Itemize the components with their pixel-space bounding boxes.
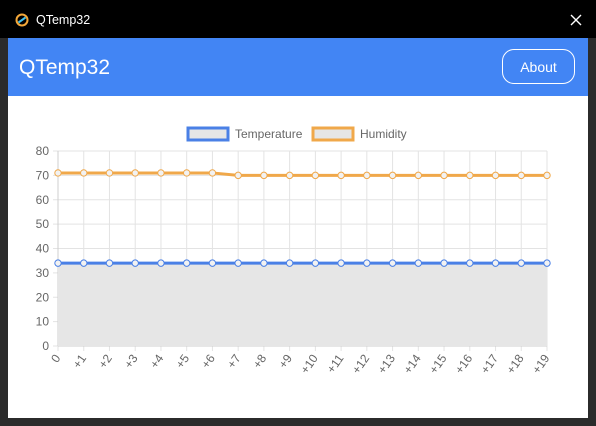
temperature-data-point (285, 259, 294, 267)
x-tick-label: +12 (349, 351, 372, 376)
humidity-data-point (208, 169, 217, 177)
x-tick-label: +17 (478, 351, 501, 376)
x-tick-label: +16 (452, 351, 475, 376)
humidity-data-point (440, 171, 448, 180)
humidity-data-point (182, 169, 191, 177)
app-title: QTemp32 (19, 56, 111, 79)
temperature-data-point (105, 259, 114, 267)
y-tick-label: 30 (36, 266, 50, 280)
humidity-legend-label: Humidity (360, 127, 407, 141)
humidity-data-point (54, 169, 62, 177)
temperature-data-point (131, 259, 139, 267)
x-tick-label: +1 (70, 351, 90, 371)
x-tick-label: +8 (250, 351, 270, 371)
temperature-data-point (182, 259, 191, 267)
temperature-data-point (517, 259, 525, 267)
humidity-data-point (466, 171, 474, 180)
humidity-data-point (363, 171, 371, 180)
temperature-data-point (491, 259, 500, 267)
temperature-data-point (440, 259, 448, 267)
x-tick-label: +9 (276, 351, 296, 371)
y-tick-label: 10 (36, 315, 50, 329)
y-tick-label: 20 (36, 290, 50, 304)
temperature-data-point (208, 259, 217, 267)
main-content: QTemp32 About 0 10 20 30 40 50 60 70 80 0 +1 +2 +3 +4… (8, 38, 588, 418)
temperature-data-point (54, 259, 62, 267)
humidity-data-point (388, 171, 397, 180)
humidity-data-point (337, 171, 345, 180)
temperature-area-fill (58, 263, 547, 346)
humidity-data-point (234, 171, 242, 180)
temperature-data-point (157, 259, 165, 267)
x-tick-label: +10 (298, 351, 321, 376)
title-bar: QTemp32 (0, 0, 596, 38)
x-tick-label: +11 (324, 351, 347, 375)
app-window: QTemp32 QTemp32 About 0 10 20 30 40 50 60 70 80 0… (0, 0, 596, 426)
x-tick-label: +6 (199, 351, 219, 371)
humidity-data-point (491, 171, 500, 180)
x-tick-label: +15 (426, 351, 449, 376)
temperature-data-point (466, 259, 474, 267)
temperature-data-point (388, 259, 397, 267)
y-tick-label: 0 (42, 339, 49, 353)
humidity-data-point (543, 171, 551, 180)
humidity-data-point (105, 169, 114, 177)
y-tick-label: 70 (36, 168, 50, 182)
humidity-data-point (517, 171, 525, 180)
x-tick-label: +5 (173, 351, 193, 371)
x-tick-label: +19 (529, 351, 552, 376)
x-tick-label: 0 (48, 351, 63, 365)
x-tick-label: +13 (375, 351, 398, 376)
x-tick-label: +4 (147, 351, 167, 371)
temperature-data-point (337, 259, 345, 267)
humidity-data-point (157, 169, 165, 177)
y-tick-label: 50 (36, 217, 50, 231)
y-tick-label: 80 (36, 144, 50, 158)
temperature-data-point (363, 259, 371, 267)
humidity-data-point (311, 171, 320, 180)
window-title: QTemp32 (36, 13, 91, 27)
x-tick-label: +3 (121, 351, 141, 371)
temperature-data-point (260, 259, 268, 267)
humidity-legend-swatch (311, 126, 355, 142)
y-tick-label: 40 (36, 242, 50, 256)
about-button[interactable]: About (502, 49, 575, 84)
app-header: QTemp32 About (8, 38, 588, 96)
humidity-data-point (285, 171, 294, 180)
humidity-data-point (414, 171, 423, 180)
humidity-data-point (260, 171, 268, 180)
temperature-legend-label: Temperature (235, 127, 303, 141)
humidity-data-point (80, 169, 88, 177)
temperature-data-point (80, 259, 88, 267)
temperature-data-point (414, 259, 423, 267)
temperature-data-point (311, 259, 320, 267)
temperature-data-point (234, 259, 242, 267)
x-tick-label: +2 (96, 351, 116, 371)
x-tick-label: +14 (401, 351, 424, 376)
x-tick-label: +7 (224, 351, 244, 371)
x-tick-label: +18 (504, 351, 527, 376)
humidity-data-point (131, 169, 139, 177)
line-chart: 010203040506070800 +1 +2 +3 +4 +5 +6 +7 +8 +9 +10 +… (36, 126, 553, 376)
close-button[interactable] (564, 8, 588, 32)
temperature-data-point (543, 259, 551, 267)
close-icon (570, 14, 582, 26)
app-logo-icon (15, 13, 29, 27)
chart-area: 0 10 20 30 40 50 60 70 80 0 +1 +2 +3 +4 +5 +6 +7 +8 +9 +10 +… (8, 96, 588, 418)
y-tick-label: 60 (36, 193, 50, 207)
temperature-legend-swatch (186, 126, 230, 142)
